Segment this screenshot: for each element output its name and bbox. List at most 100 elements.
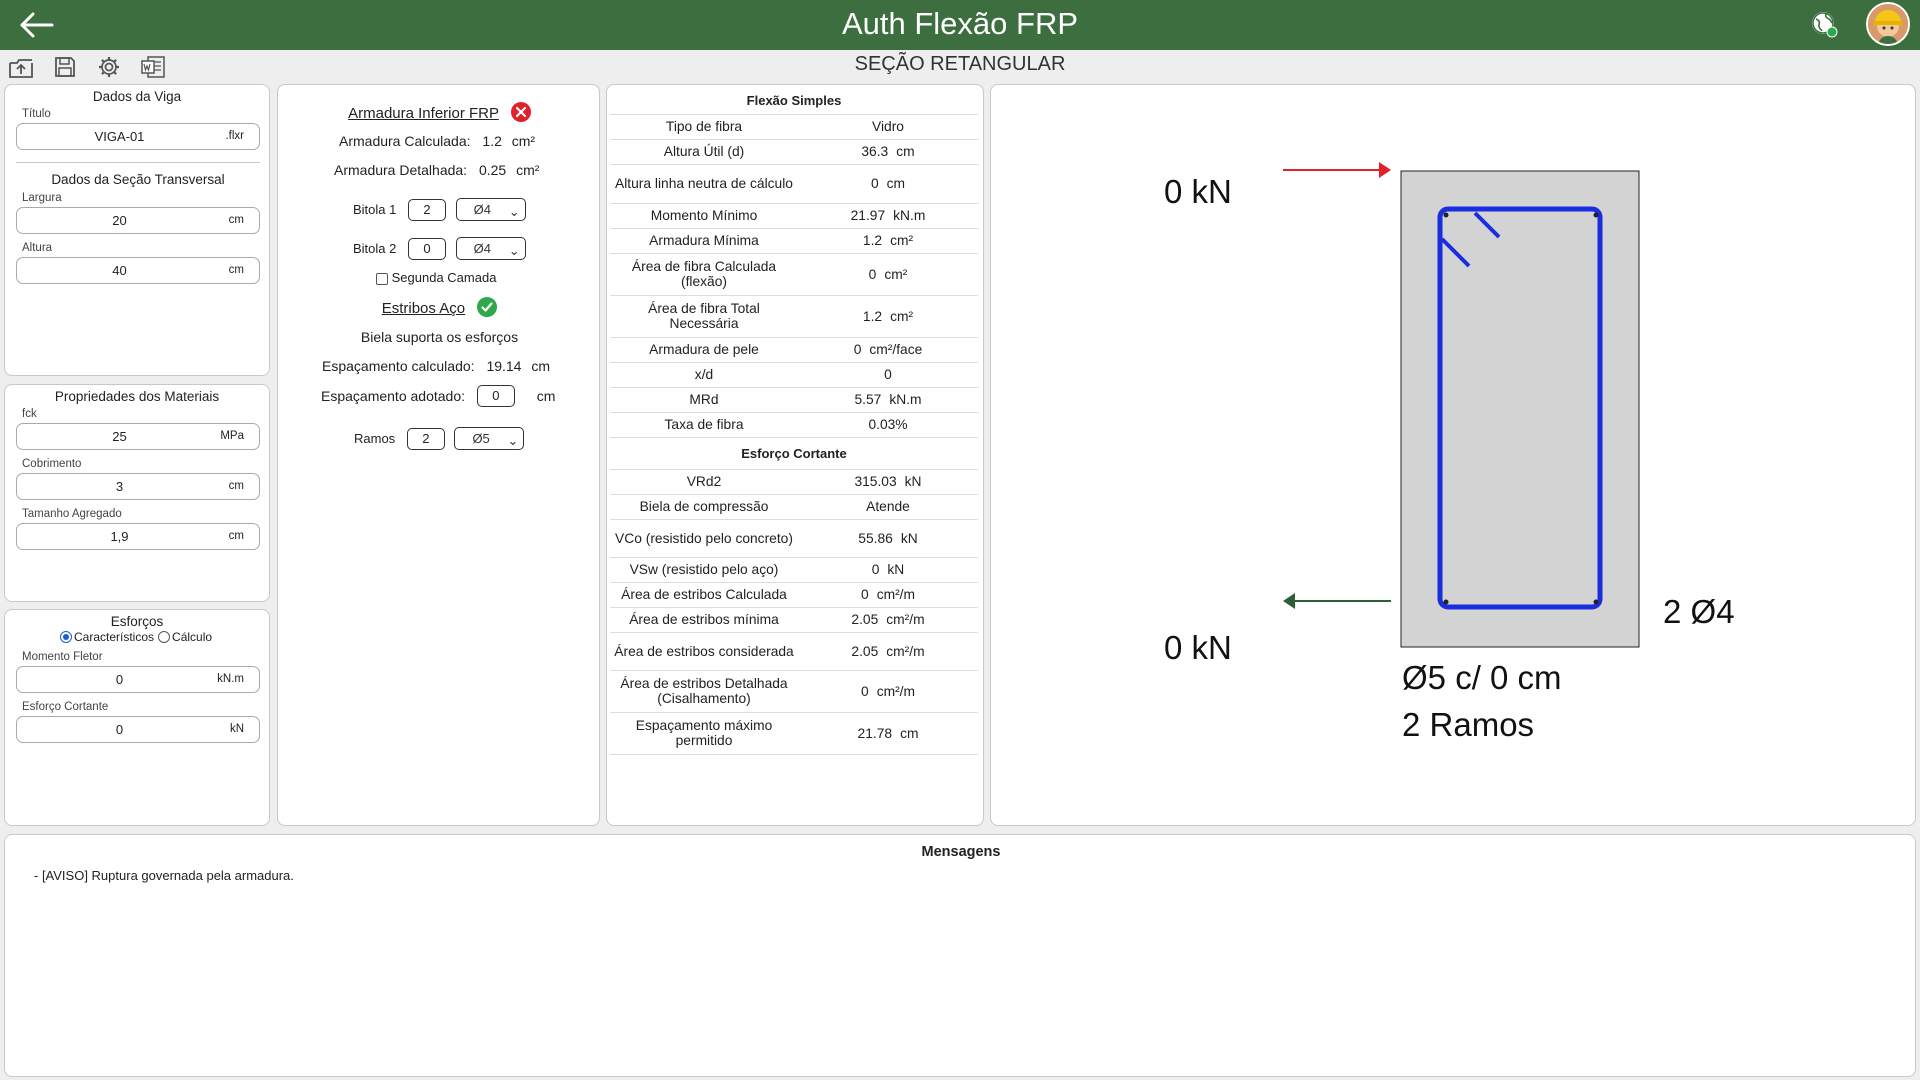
row-value: 0 — [871, 562, 880, 577]
title-value: VIGA-01 — [94, 129, 145, 144]
row-value: 36.3 — [861, 144, 889, 159]
table-row: x/d 0 — [610, 362, 978, 388]
adopted-spacing-input[interactable]: 0 — [476, 385, 515, 407]
height-field[interactable]: 40 cm — [16, 257, 260, 284]
detailed-value: 0.25 — [478, 162, 507, 178]
radio-characteristic[interactable] — [60, 631, 72, 643]
stirrup-diameter-select[interactable]: Ø5 ⌄ — [454, 427, 525, 450]
row-value-cell: 315.03 kN — [798, 469, 978, 495]
moment-label: Momento Fletor — [22, 651, 103, 663]
row-value: 55.86 — [858, 530, 893, 546]
radio-calculation[interactable] — [158, 631, 171, 643]
row-label: Taxa de fibra — [610, 412, 798, 438]
detailed-label: Armadura Detalhada: — [334, 162, 468, 178]
shear-label: Esforço Cortante — [22, 701, 109, 713]
rebar-dot — [1443, 212, 1449, 218]
load-type-radios: Característicos Cálculo — [60, 630, 212, 644]
chevron-down-icon: ⌄ — [507, 433, 519, 448]
shear-field[interactable]: 0 kN — [16, 716, 260, 743]
radio-calculation-label: Cálculo — [172, 630, 213, 644]
messages-title: Mensagens — [921, 844, 1001, 860]
row-value-cell: 21.97 kN.m — [798, 203, 978, 229]
row-label: Área de fibra Calculada (flexão) — [610, 253, 798, 296]
row-value-cell: 0 cm — [798, 164, 978, 204]
row-unit: cm²/m — [876, 683, 915, 699]
stirrup-legs-label: 2 Ramos — [1402, 706, 1535, 743]
shear-value: 0 — [115, 722, 124, 737]
aggregate-unit: cm — [228, 530, 244, 542]
table-section-header: Esforço Cortante — [610, 437, 978, 470]
row-value: Atende — [866, 499, 910, 514]
bitola1-diameter-select[interactable]: Ø4 ⌄ — [455, 198, 526, 221]
bitola1-qty-input[interactable]: 2 — [408, 198, 446, 221]
stirrups-header: Estribos Aço — [278, 297, 601, 321]
row-value: 21.97 — [850, 208, 886, 223]
width-field[interactable]: 20 cm — [16, 207, 260, 234]
legs-input[interactable]: 2 — [406, 427, 445, 450]
adopted-spacing-label: Espaçamento adotado: — [321, 388, 465, 404]
row-unit: cm — [886, 176, 906, 191]
steel-stirrups-link[interactable]: Estribos Aço — [382, 300, 465, 317]
section-title: SEÇÃO RETANGULAR — [854, 53, 1066, 75]
table-row: Área de fibra Calculada (flexão) 0 cm² — [610, 253, 978, 296]
frp-header: Armadura Inferior FRP — [278, 102, 601, 126]
user-avatar[interactable] — [1866, 2, 1910, 46]
row-value-cell: Atende — [798, 494, 978, 520]
row-value: 1.2 — [862, 308, 883, 324]
bitola2-qty-input[interactable]: 0 — [408, 237, 446, 260]
loads-panel: Esforços Característicos Cálculo Momento… — [4, 609, 270, 826]
language-globe-icon[interactable] — [1810, 10, 1838, 38]
row-value-cell: 2.05 cm²/m — [798, 607, 978, 633]
message-item: - [AVISO] Ruptura governada pela armadur… — [34, 868, 294, 883]
check-icon — [477, 297, 498, 321]
calculated-reinforcement: Armadura Calculada: 1.2 cm² — [339, 133, 535, 149]
row-value-cell: 0 cm² — [798, 253, 978, 296]
aggregate-label: Tamanho Agregado — [22, 508, 122, 520]
row-value-cell: 36.3 cm — [798, 139, 978, 165]
bottom-bars-label: 2 Ø4 — [1663, 593, 1735, 630]
table-row: Momento Mínimo 21.97 kN.m — [610, 203, 978, 229]
moment-field[interactable]: 0 kN.m — [16, 666, 260, 693]
table-row: Área de estribos considerada 2.05 cm²/m — [610, 632, 978, 671]
title-field[interactable]: VIGA-01 .flxr — [16, 123, 260, 150]
shear-unit: kN — [229, 723, 244, 735]
cover-field[interactable]: 3 cm — [16, 473, 260, 500]
row-label: Armadura de pele — [610, 337, 798, 363]
table-row: Área de estribos Detalhada (Cisalhamento… — [610, 670, 978, 713]
row-label: Espaçamento máximo permitido — [610, 712, 798, 755]
table-row: Área de fibra Total Necessária 1.2 cm² — [610, 295, 978, 338]
cover-value: 3 — [115, 479, 124, 494]
strut-text: Biela suporta os esforços — [360, 329, 519, 345]
row-unit: cm²/m — [886, 612, 925, 627]
row-unit: cm² — [890, 233, 914, 248]
aggregate-field[interactable]: 1,9 cm — [16, 523, 260, 550]
section-header-label: Esforço Cortante — [610, 437, 978, 470]
row-label: Área de estribos mínima — [610, 607, 798, 633]
error-x-icon — [510, 102, 531, 126]
divider — [16, 162, 260, 163]
height-unit: cm — [228, 264, 244, 276]
row-unit: cm² — [884, 266, 908, 282]
adopted-spacing: Espaçamento adotado: 0 cm — [321, 385, 555, 407]
row-unit: cm²/m — [876, 587, 915, 602]
row-value-cell: 1.2 cm² — [798, 228, 978, 254]
radio-characteristic-label: Característicos — [74, 630, 155, 644]
row-value-cell: 55.86 kN — [798, 519, 978, 558]
row-unit: kN.m — [889, 392, 922, 407]
second-layer-checkbox[interactable] — [376, 272, 388, 285]
bitola2-diameter-select[interactable]: Ø4 ⌄ — [455, 237, 526, 260]
width-value: 20 — [112, 213, 127, 228]
row-value: 2.05 — [851, 643, 879, 659]
moment-unit: kN.m — [217, 673, 244, 685]
row-value: 315.03 — [854, 474, 897, 489]
calculated-spacing-label: Espaçamento calculado: — [322, 358, 475, 374]
frp-reinforcement-link[interactable]: Armadura Inferior FRP — [348, 105, 499, 122]
row-label: Área de estribos Detalhada (Cisalhamento… — [610, 670, 798, 713]
second-layer-label: Segunda Camada — [391, 270, 497, 285]
fck-field[interactable]: 25 MPa — [16, 423, 260, 450]
row-value: 0 — [868, 266, 877, 282]
row-label: Área de estribos considerada — [610, 632, 798, 671]
reinforcement-panel: Armadura Inferior FRP Armadura Calculada… — [277, 84, 600, 826]
row-value: 0.03% — [868, 417, 908, 432]
calculated-spacing-unit: cm — [531, 358, 551, 374]
